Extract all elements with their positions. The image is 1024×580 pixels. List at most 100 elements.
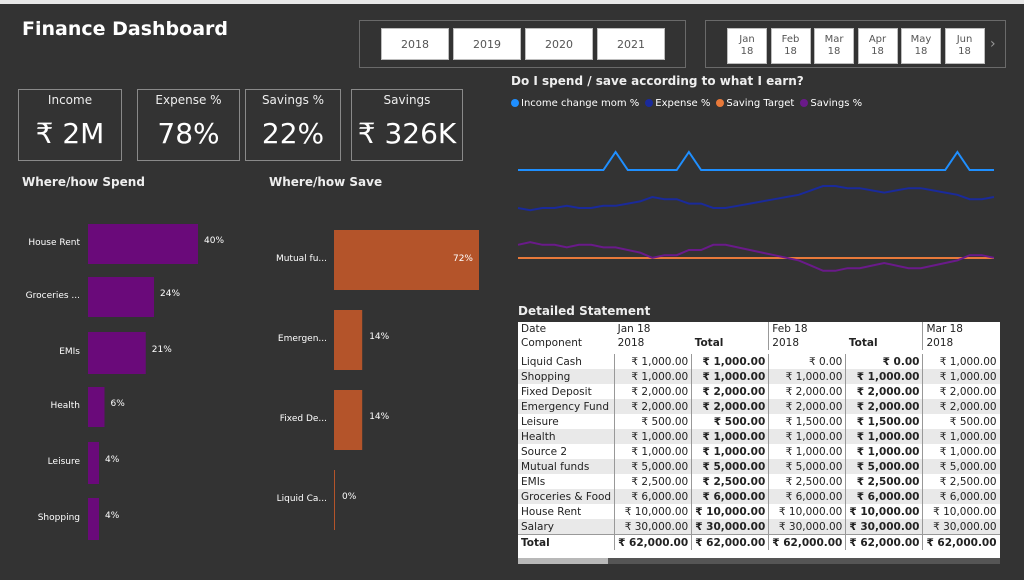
row-value: ₹ 2,000.00 (845, 399, 923, 414)
month-button-jun[interactable]: Jun 18 (944, 28, 985, 64)
row-value: ₹ 6,000.00 (768, 489, 846, 504)
header-year: 2018 (617, 337, 645, 349)
row-value: ₹ 30,000.00 (614, 519, 692, 535)
spend-bar-value-4: 4% (105, 455, 120, 465)
month-button-jan[interactable]: Jan 18 (727, 28, 767, 64)
spend-bar-value-5: 4% (105, 511, 120, 521)
row-value: ₹ 1,000.00 (922, 429, 1000, 444)
row-value: ₹ 62,000.00 (768, 534, 846, 550)
row-component: Health (521, 430, 556, 443)
month-button-apr[interactable]: Apr 18 (857, 28, 898, 64)
savings-line (517, 241, 995, 272)
row-value: ₹ 2,500.00 (845, 474, 923, 489)
month-year: 18 (784, 46, 797, 57)
year-button-2021[interactable]: 2021 (597, 28, 665, 60)
header-total: Total (694, 337, 724, 349)
row-value: ₹ 1,000.00 (922, 354, 1000, 369)
month-year: 18 (827, 46, 841, 57)
spend-bar-2 (88, 332, 146, 374)
header-month: Feb 18 (768, 322, 923, 336)
row-value: ₹ 30,000.00 (845, 519, 923, 535)
header-month: Jan 18 (617, 323, 651, 335)
table-row: Source 2 ₹ 1,000.00 ₹ 1,000.00 ₹ 1,000.00 ₹ … (518, 444, 1000, 459)
month-name: Mar (824, 34, 844, 45)
row-value: ₹ 1,500.00 (845, 414, 923, 429)
year-button-2019[interactable]: 2019 (453, 28, 521, 60)
month-name: Jun (956, 34, 973, 45)
year-button-2018[interactable]: 2018 (381, 28, 449, 60)
row-value: ₹ 5,000.00 (614, 459, 692, 474)
kpi-card-0: Income ₹ 2M (18, 89, 122, 161)
year-button-2020[interactable]: 2020 (525, 28, 593, 60)
header-year: 2018 (768, 336, 846, 350)
spend-bar-value-2: 21% (151, 345, 172, 355)
table-row: Health ₹ 1,000.00 ₹ 1,000.00 ₹ 1,000.00 ₹ 1,… (518, 429, 1000, 444)
row-value: ₹ 1,000.00 (691, 429, 769, 444)
kpi-value: 78% (157, 117, 220, 150)
table-row: Groceries & Food ₹ 6,000.00 ₹ 6,000.00 ₹ 6,… (518, 489, 1000, 504)
row-value: ₹ 30,000.00 (922, 519, 1000, 535)
row-value: ₹ 62,000.00 (614, 534, 692, 550)
row-value: ₹ 2,000.00 (922, 384, 1000, 399)
kpi-label: Income (47, 93, 93, 107)
row-value: ₹ 6,000.00 (922, 489, 1000, 504)
month-year: 18 (740, 46, 754, 57)
total-row: Total ₹ 62,000.00 ₹ 62,000.00 ₹ 62,000.00 ₹ … (518, 534, 1000, 550)
row-value: ₹ 500.00 (922, 414, 1000, 429)
row-value: ₹ 10,000.00 (768, 504, 846, 519)
table-row: EMIs ₹ 2,500.00 ₹ 2,500.00 ₹ 2,500.00 ₹ 2,50… (518, 474, 1000, 489)
table-row: Emergency Fund ₹ 2,000.00 ₹ 2,000.00 ₹ 2,00… (518, 399, 1000, 414)
save-bar-2 (334, 390, 363, 450)
row-value: ₹ 2,500.00 (691, 474, 769, 489)
row-component: Total (521, 536, 550, 549)
save-bar-value-0: 72% (452, 254, 473, 264)
month-button-may[interactable]: May 18 (901, 28, 941, 64)
row-value: ₹ 62,000.00 (922, 534, 1000, 550)
spend-bar-label-2: EMIs (59, 347, 80, 357)
spend-bar-1 (88, 277, 154, 317)
table-scrollbar-thumb[interactable] (518, 558, 608, 564)
row-value: ₹ 1,000.00 (845, 429, 923, 444)
kpi-value: ₹ 326K (357, 117, 457, 150)
row-component: Fixed Deposit (521, 385, 592, 398)
table-row: House Rent ₹ 10,000.00 ₹ 10,000.00 ₹ 10,000… (518, 504, 1000, 519)
row-value: ₹ 5,000.00 (845, 459, 923, 474)
table-row: Shopping ₹ 1,000.00 ₹ 1,000.00 ₹ 1,000.00 ₹ … (518, 369, 1000, 384)
row-component: Mutual funds (521, 460, 590, 473)
row-value: ₹ 2,000.00 (768, 399, 846, 414)
table-row: Mutual funds ₹ 5,000.00 ₹ 5,000.00 ₹ 5,000.… (518, 459, 1000, 474)
month-button-mar[interactable]: Mar 18 (814, 28, 854, 64)
header-component-label: Component (521, 337, 582, 349)
row-value: ₹ 2,000.00 (691, 399, 769, 414)
row-value: ₹ 62,000.00 (691, 534, 769, 550)
row-component: Groceries & Food (521, 490, 612, 503)
row-value: ₹ 5,000.00 (691, 459, 769, 474)
row-value: ₹ 2,000.00 (922, 399, 1000, 414)
row-value: ₹ 500.00 (614, 414, 692, 429)
row-value: ₹ 1,000.00 (614, 354, 692, 369)
header-month: Mar 18 (922, 322, 1000, 336)
save-bar-value-2: 14% (369, 412, 390, 422)
row-value: ₹ 500.00 (691, 414, 769, 429)
spend-bar-label-0: House Rent (28, 238, 80, 248)
dashboard-canvas: Finance Dashboard › Where/how Spend Wher… (0, 4, 1024, 580)
row-value: ₹ 1,000.00 (768, 429, 846, 444)
row-value: ₹ 1,000.00 (768, 369, 846, 384)
month-button-feb[interactable]: Feb 18 (770, 28, 811, 64)
spend-bar-3 (88, 387, 105, 427)
row-value: ₹ 0.00 (768, 354, 846, 369)
row-value: ₹ 1,000.00 (614, 444, 692, 459)
row-value: ₹ 2,000.00 (614, 399, 692, 414)
save-bar-label-3: Liquid Ca... (276, 494, 327, 504)
row-value: ₹ 1,000.00 (845, 369, 923, 384)
row-component: Leisure (521, 415, 559, 428)
spend-bar-0 (88, 224, 198, 264)
detailed-statement-table[interactable]: Date Jan 18 Feb 18 Mar 18 Component 2018 Total… (518, 322, 1000, 558)
month-year: 18 (958, 46, 971, 57)
table-row: Fixed Deposit ₹ 2,000.00 ₹ 2,000.00 ₹ 2,000… (518, 384, 1000, 399)
spend-bar-label-4: Leisure (47, 457, 80, 467)
month-year: 18 (871, 46, 884, 57)
row-value: ₹ 10,000.00 (691, 504, 769, 519)
spend-bar-label-3: Health (50, 401, 80, 411)
month-name: Apr (868, 34, 887, 45)
